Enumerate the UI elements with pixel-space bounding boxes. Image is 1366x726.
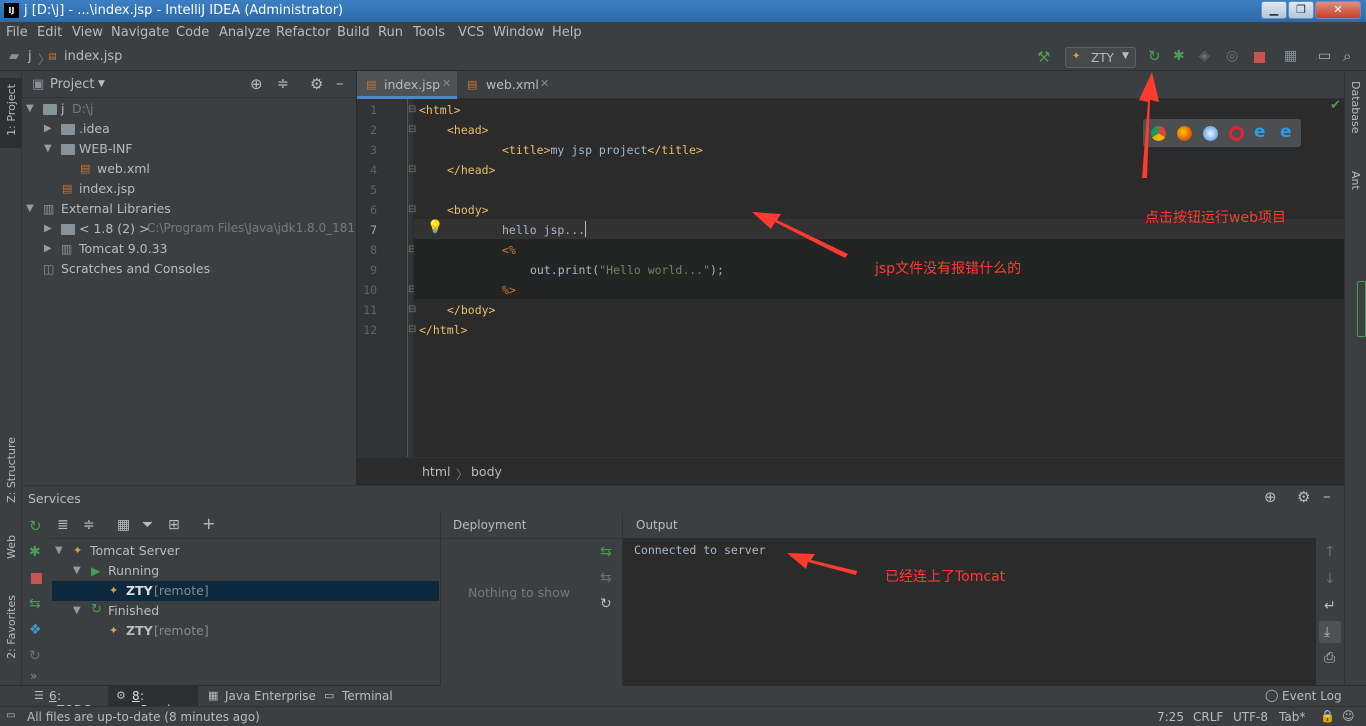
annotation-arrows: [752, 72, 1159, 575]
arrow-to-output: [787, 553, 857, 575]
annotation-jsp: jsp文件没有报错什么的: [875, 261, 1022, 277]
arrow-to-jsp-code: [752, 212, 848, 258]
annotation-tomcat: 已经连上了Tomcat: [885, 569, 1006, 585]
arrow-to-run-button: [1139, 72, 1159, 178]
annotation-run: 点击按钮运行web项目: [1145, 210, 1286, 226]
